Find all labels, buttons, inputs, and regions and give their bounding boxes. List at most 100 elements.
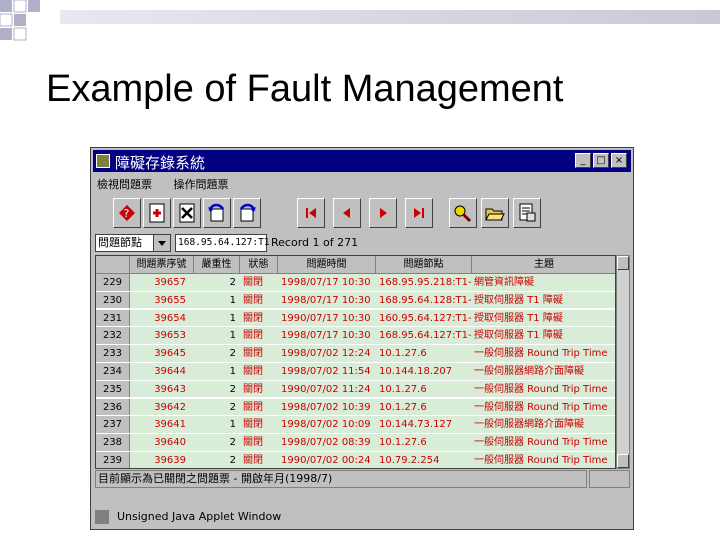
cell-idx: 236 xyxy=(96,398,130,416)
cell-state: 關閉 xyxy=(243,348,263,360)
cell-node: 10.1.27.6 xyxy=(379,383,427,395)
table-row[interactable]: 231 39654 1 關閉 1990/07/17 10:30 160.95.64.127… xyxy=(96,309,615,328)
vertical-scrollbar[interactable] xyxy=(616,255,630,469)
add-icon xyxy=(149,203,165,223)
menu-operate-tickets[interactable]: 操作問題票 xyxy=(174,178,229,191)
header-severity[interactable]: 嚴重性 xyxy=(194,256,240,274)
next-record-icon xyxy=(380,208,387,218)
status-panel xyxy=(589,470,630,488)
add-button[interactable] xyxy=(143,198,171,228)
help-button[interactable]: ? xyxy=(113,198,141,228)
table-row[interactable]: 230 39655 1 關閉 1998/07/17 10:30 168.95.64.128… xyxy=(96,291,615,310)
table-row[interactable]: 238 39640 2 關閉 1998/07/02 08:39 10.1.27.6 一般伺服… xyxy=(96,434,615,452)
cell-topic: 一般伺服器 Round Trip Time xyxy=(474,455,608,466)
redo-button[interactable] xyxy=(233,198,261,228)
cell-topic: 一般伺服器 Round Trip Time xyxy=(474,348,608,360)
java-icon xyxy=(95,510,109,524)
header-topic[interactable]: 主題 xyxy=(472,256,615,274)
cell-idx: 235 xyxy=(96,380,130,398)
app-window: 障礙存錄系統 _ □ × 檢視問題票 操作問題票 ? 問題節點 168.95.6… xyxy=(90,147,634,530)
cell-topic: 網管資訊障礙 xyxy=(474,277,534,288)
settings-icon xyxy=(454,205,472,223)
table-row[interactable]: 233 39645 2 關閉 1998/07/02 12:24 10.1.27.6 一般伺服… xyxy=(96,345,615,363)
cell-idx: 232 xyxy=(96,327,130,344)
cell-idx: 237 xyxy=(96,416,130,433)
cell-node: 160.95.64.127:T1-1 xyxy=(379,312,472,324)
table-row[interactable]: 232 39653 1 關閉 1998/07/17 10:30 168.95.64.127… xyxy=(96,327,615,345)
table-row[interactable]: 229 39657 2 關閉 1998/07/17 10:30 168.95.95.218… xyxy=(96,274,615,292)
cell-time: 1998/07/17 10:30 xyxy=(281,330,371,342)
cell-node: 10.1.27.6 xyxy=(379,401,427,413)
header-node[interactable]: 問題節點 xyxy=(376,256,472,274)
cell-id: 39639 xyxy=(154,455,186,466)
app-icon xyxy=(96,154,110,168)
table-header: 問題票序號 嚴重性 狀態 問題時間 問題節點 主題 xyxy=(96,256,615,274)
applet-warning-text: Unsigned Java Applet Window xyxy=(117,510,282,523)
cell-idx: 229 xyxy=(96,274,130,291)
window-title: 障礙存錄系統 xyxy=(115,154,206,172)
cell-topic: 一般伺服器 Round Trip Time xyxy=(474,401,608,413)
cell-topic: 授取伺服器 T1 障礙 xyxy=(474,294,563,306)
applet-warning: Unsigned Java Applet Window xyxy=(95,507,631,527)
cell-state: 關閉 xyxy=(243,437,263,449)
cell-id: 39653 xyxy=(154,330,186,342)
first-record-icon xyxy=(306,208,316,218)
cell-time: 1998/07/17 10:30 xyxy=(281,277,371,288)
previous-record-icon xyxy=(343,208,350,218)
cell-topic: 一般伺服器 Round Trip Time xyxy=(474,383,608,395)
node-input[interactable]: 168.95.64.127:T1 xyxy=(175,234,270,252)
cell-id: 39644 xyxy=(154,366,186,377)
cell-state: 關閉 xyxy=(243,312,263,324)
table-row[interactable]: 236 39642 2 關閉 1998/07/02 10:39 10.1.27.6 一般伺服… xyxy=(96,398,615,417)
cell-idx: 234 xyxy=(96,363,130,380)
cell-sev: 1 xyxy=(229,294,236,306)
undo-button[interactable] xyxy=(203,198,231,228)
header-state[interactable]: 狀態 xyxy=(240,256,278,274)
cell-id: 39640 xyxy=(154,437,186,449)
cell-id: 39641 xyxy=(154,419,186,431)
header-ticket-id[interactable]: 問題票序號 xyxy=(130,256,194,274)
window-titlebar[interactable]: 障礙存錄系統 _ □ × xyxy=(93,150,631,172)
slide-decoration xyxy=(0,0,60,45)
scroll-up-button[interactable] xyxy=(617,256,629,270)
minimize-button[interactable]: _ xyxy=(575,153,591,168)
last-record-icon xyxy=(414,208,424,218)
header-time[interactable]: 問題時間 xyxy=(278,256,376,274)
cell-sev: 2 xyxy=(229,401,236,413)
cell-idx: 238 xyxy=(96,434,130,451)
slide-title: Example of Fault Management xyxy=(46,68,564,110)
menu-view-tickets[interactable]: 檢視問題票 xyxy=(97,178,152,191)
cell-idx: 230 xyxy=(96,291,130,309)
settings-button[interactable] xyxy=(449,198,477,228)
report-button[interactable] xyxy=(513,198,541,228)
cell-id: 39643 xyxy=(154,383,186,395)
cell-idx: 233 xyxy=(96,345,130,362)
status-bar: 目前顯示為已關閉之問題票 - 開啟年月(1998/7) xyxy=(95,470,587,488)
cell-sev: 2 xyxy=(229,348,236,360)
scroll-down-button[interactable] xyxy=(617,454,629,468)
chevron-down-icon[interactable] xyxy=(153,234,171,252)
last-record-button[interactable] xyxy=(405,198,433,228)
report-icon xyxy=(519,203,536,222)
svg-text:?: ? xyxy=(124,207,130,220)
previous-record-button[interactable] xyxy=(333,198,361,228)
cell-time: 1998/07/02 10:39 xyxy=(281,401,371,413)
cell-sev: 2 xyxy=(229,383,236,395)
redo-icon xyxy=(239,203,256,222)
open-folder-icon xyxy=(485,208,505,221)
record-indicator: Record 1 of 271 xyxy=(271,236,359,249)
table-row[interactable]: 239 39639 2 關閉 1990/07/02 00:24 10.79.2.254 一般… xyxy=(96,452,615,468)
close-button[interactable]: × xyxy=(611,153,627,168)
first-record-button[interactable] xyxy=(297,198,325,228)
cell-time: 1990/07/02 11:24 xyxy=(281,383,371,395)
next-record-button[interactable] xyxy=(369,198,397,228)
maximize-button[interactable]: □ xyxy=(593,153,609,168)
delete-button[interactable] xyxy=(173,198,201,228)
ticket-table: 問題票序號 嚴重性 狀態 問題時間 問題節點 主題 229 39657 2 關閉 199… xyxy=(95,255,616,469)
cell-sev: 1 xyxy=(229,312,236,324)
cell-sev: 1 xyxy=(229,366,236,377)
table-row[interactable]: 235 39643 2 關閉 1990/07/02 11:24 10.1.27.6 一般伺服… xyxy=(96,380,615,399)
open-folder-button[interactable] xyxy=(481,198,509,228)
table-row[interactable]: 237 39641 1 關閉 1998/07/02 10:09 10.144.73.127… xyxy=(96,416,615,434)
table-row[interactable]: 234 39644 1 關閉 1998/07/02 11:54 10.144.18.207… xyxy=(96,363,615,381)
